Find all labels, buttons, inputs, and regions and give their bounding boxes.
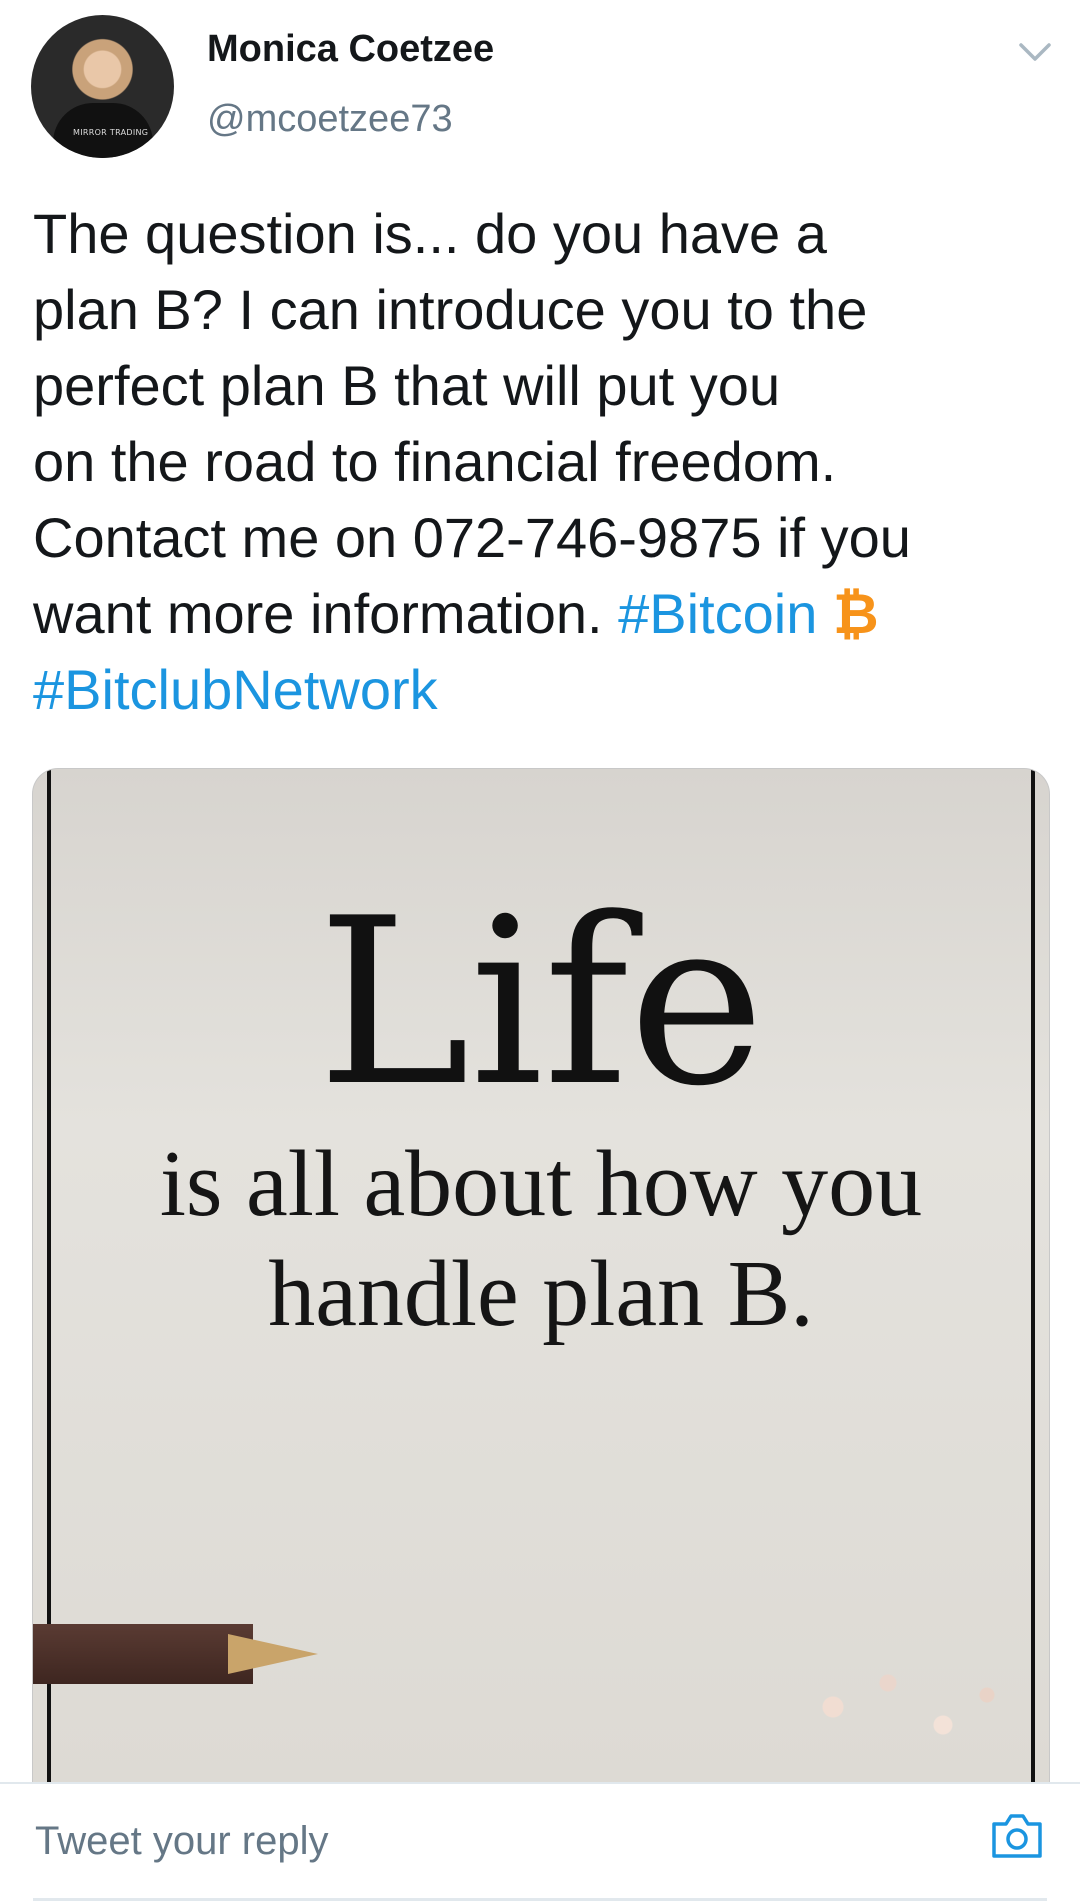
- image-caption-line-2: handle plan B.: [268, 1242, 814, 1346]
- image-title: Life: [317, 870, 765, 1137]
- dried-flowers: [789, 1659, 1009, 1779]
- avatar[interactable]: MIRROR TRADING: [31, 15, 174, 158]
- tweet-line: want more information.: [33, 582, 603, 645]
- tweet-line: on the road to financial freedom.: [33, 430, 837, 493]
- reply-bar: [0, 1782, 1080, 1903]
- tweet-line: Contact me on 072-746-9875 if you: [33, 506, 911, 569]
- hashtag-bitcoin[interactable]: #Bitcoin: [618, 582, 817, 645]
- tweet-line: The question is... do you have a: [33, 202, 827, 265]
- image-caption: is all about how you handle plan B.: [33, 1129, 1049, 1349]
- author-handle[interactable]: @mcoetzee73: [207, 98, 453, 141]
- tweet-image[interactable]: Life is all about how you handle plan B.: [32, 768, 1050, 1789]
- author-name[interactable]: Monica Coetzee: [207, 28, 494, 71]
- image-caption-line-1: is all about how you: [159, 1132, 923, 1236]
- reply-input[interactable]: [33, 1810, 957, 1872]
- pen-nib: [228, 1634, 318, 1674]
- avatar-logo-text: MIRROR TRADING: [73, 128, 149, 137]
- tweet-line-with-hashtag: want more information. #Bitcoin ₿: [33, 576, 1033, 652]
- fountain-pen: [33, 1624, 253, 1684]
- tweet-line: plan B? I can introduce you to the: [33, 278, 868, 341]
- camera-icon[interactable]: [990, 1810, 1044, 1860]
- tweet-line: perfect plan B that will put you: [33, 354, 781, 417]
- tweet-text: The question is... do you have a plan B?…: [33, 196, 1033, 728]
- chevron-down-icon[interactable]: [1018, 40, 1052, 64]
- bitcoin-icon: ₿: [832, 582, 879, 645]
- hashtag-bitclubnetwork[interactable]: #BitclubNetwork: [33, 652, 1033, 728]
